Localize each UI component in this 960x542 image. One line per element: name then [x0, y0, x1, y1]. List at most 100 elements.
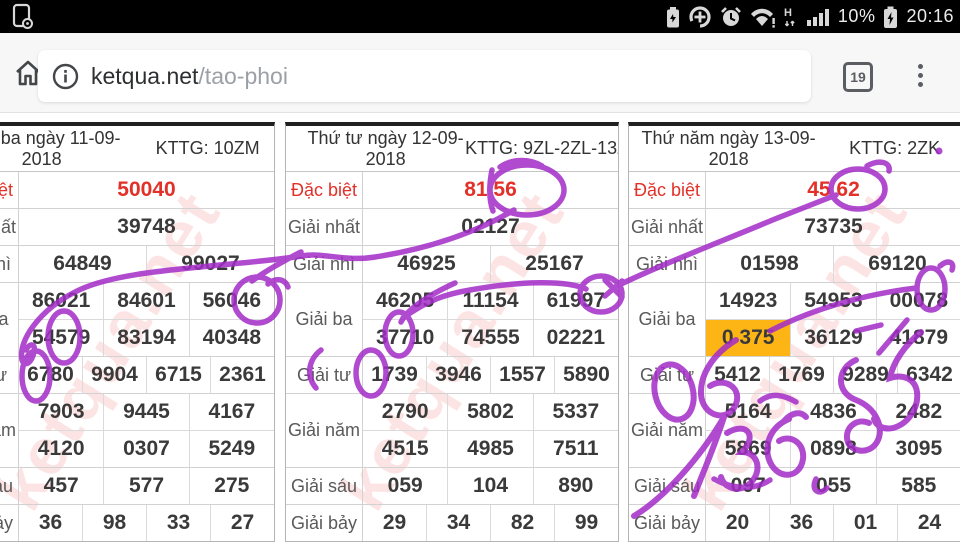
battery-charging-icon	[882, 5, 899, 29]
prize-row-tu: Giải tư6780990467152361	[0, 357, 274, 394]
prize-cell: 33	[146, 505, 210, 541]
prize-cell: 4120	[19, 431, 103, 467]
prize-cell: 54579	[19, 320, 103, 356]
prize-label: Giải sáu	[286, 468, 363, 504]
battery-percent: 10%	[838, 6, 876, 27]
kttg-code: KTTG: 9ZL-2ZL-13ZL	[485, 126, 618, 171]
prize-row-bay: Giải bảy29348299	[286, 505, 618, 541]
prize-cell: 61997	[533, 283, 618, 319]
prize-row-nhi: Giải nhì6484999027	[0, 246, 274, 283]
prize-cell: 5249	[189, 431, 274, 467]
prize-cell: 46925	[363, 246, 490, 282]
prize-values: 097055585	[706, 468, 960, 504]
prize-cell: 6342	[897, 357, 960, 393]
prize-cell: 02127	[363, 209, 618, 245]
prize-values: 20360124	[706, 505, 960, 541]
draw-date: Thứ tư ngày 12-09-2018	[286, 126, 485, 171]
prize-cell: 99	[554, 505, 618, 541]
prize-cell: 7903	[19, 394, 103, 430]
prize-values: 1739394615575890	[363, 357, 618, 393]
prize-row-bay: Giải bảy20360124	[629, 505, 960, 541]
prize-row-nam: Giải năm790394454167412003075249	[0, 394, 274, 468]
prize-row-nhat: Giải nhất02127	[286, 209, 618, 246]
prize-cell: 2361	[210, 357, 274, 393]
prize-values: 860218460156046545798319440348	[19, 283, 274, 356]
prize-cell: 25167	[490, 246, 618, 282]
prize-label: Giải năm	[629, 394, 706, 467]
tab-switcher-button[interactable]: 19	[843, 62, 873, 92]
prize-cell: 98	[82, 505, 146, 541]
prize-row-nhi: Giải nhì4692525167	[286, 246, 618, 283]
prize-cell: 5164	[706, 394, 790, 430]
prize-cell: 81 56	[363, 172, 618, 208]
prize-subrow: 412003075249	[19, 430, 274, 467]
result-table-11-09: ketqua.netThứ ba ngày 11-09-2018KTTG: 10…	[0, 122, 275, 542]
prize-cell: 055	[790, 468, 875, 504]
prize-cell: 0 375	[706, 320, 790, 356]
browser-toolbar: ketqua.net/tao-phoi 19	[0, 33, 960, 113]
prize-cell: 4985	[447, 431, 532, 467]
prize-values: 5412176992896342	[706, 357, 960, 393]
prize-values: 81 56	[363, 172, 618, 208]
prize-cell: 37710	[363, 320, 447, 356]
prize-cell: 5869	[706, 431, 790, 467]
table-header: Thứ năm ngày 13-09-2018KTTG: 2ZK	[629, 126, 960, 172]
prize-cell: 5802	[447, 394, 532, 430]
browser-menu-button[interactable]	[908, 57, 932, 93]
prize-cell: 5337	[533, 394, 618, 430]
prize-cell: 86021	[19, 283, 103, 319]
prize-cell: 02221	[533, 320, 618, 356]
prize-subrow: 586908983095	[706, 430, 960, 467]
menu-dot	[918, 64, 923, 69]
signal-bars-icon	[806, 5, 831, 29]
prize-subrow: 29348299	[363, 505, 618, 541]
prize-cell: 0307	[103, 431, 188, 467]
url-bar[interactable]: ketqua.net/tao-phoi	[38, 50, 811, 102]
prize-cell: 4836	[790, 394, 875, 430]
url-text[interactable]: ketqua.net/tao-phoi	[91, 63, 288, 90]
prize-cell: 0898	[790, 431, 875, 467]
prize-label: Giải bảy	[286, 505, 363, 541]
prize-subrow: 6484999027	[19, 246, 274, 282]
prize-cell: 84601	[103, 283, 188, 319]
prize-row-ba: Giải ba1492354953000780 3753612941879	[629, 283, 960, 357]
table-header: Thứ ba ngày 11-09-2018KTTG: 10ZM	[0, 126, 274, 172]
prize-subrow: 279058025337	[363, 394, 618, 430]
prize-label: Giải năm	[286, 394, 363, 467]
prize-cell: 56046	[189, 283, 274, 319]
prize-cell: 39748	[19, 209, 274, 245]
prize-cell: 585	[876, 468, 960, 504]
prize-cell: 2790	[363, 394, 447, 430]
prize-row-nam: Giải năm279058025337451549857511	[286, 394, 618, 468]
prize-cell: 4167	[189, 394, 274, 430]
prize-row-nhat: Giải nhất73735	[629, 209, 960, 246]
prize-subrow: 860218460156046	[19, 283, 274, 319]
prize-cell: 29	[363, 505, 426, 541]
prize-row-bay: Giải bảy36983327	[0, 505, 274, 541]
prize-cell: 82	[490, 505, 554, 541]
prize-cell: 7511	[533, 431, 618, 467]
prize-subrow: 790394454167	[19, 394, 274, 430]
prize-cell: 6780	[19, 357, 82, 393]
alarm-icon	[719, 5, 743, 29]
prize-subrow: 5412176992896342	[706, 357, 960, 393]
prize-values: 73735	[706, 209, 960, 245]
page-info-icon[interactable]	[52, 63, 79, 90]
prize-subrow: 1739394615575890	[363, 357, 618, 393]
prize-label: Giải nhì	[0, 246, 19, 282]
prize-row-nam: Giải năm516448362482586908983095	[629, 394, 960, 468]
prize-row-db: Đặc biệt81 56	[286, 172, 618, 209]
prize-subrow: 059104890	[363, 468, 618, 504]
prize-subrow: 39748	[19, 209, 274, 245]
draw-date: Thứ năm ngày 13-09-2018	[629, 126, 828, 171]
prize-subrow: 73735	[706, 209, 960, 245]
menu-dot	[918, 73, 923, 78]
prize-cell: 14923	[706, 283, 790, 319]
prize-row-sau: Giải sáu059104890	[286, 468, 618, 505]
prize-cell: 5412	[706, 357, 769, 393]
prize-label: Giải bảy	[629, 505, 706, 541]
prize-cell: 41879	[876, 320, 960, 356]
prize-label: Đặc biệt	[0, 172, 19, 208]
result-table-12-09: ketqua.netThứ tư ngày 12-09-2018KTTG: 9Z…	[285, 122, 619, 542]
prize-label: Giải ba	[0, 283, 19, 356]
